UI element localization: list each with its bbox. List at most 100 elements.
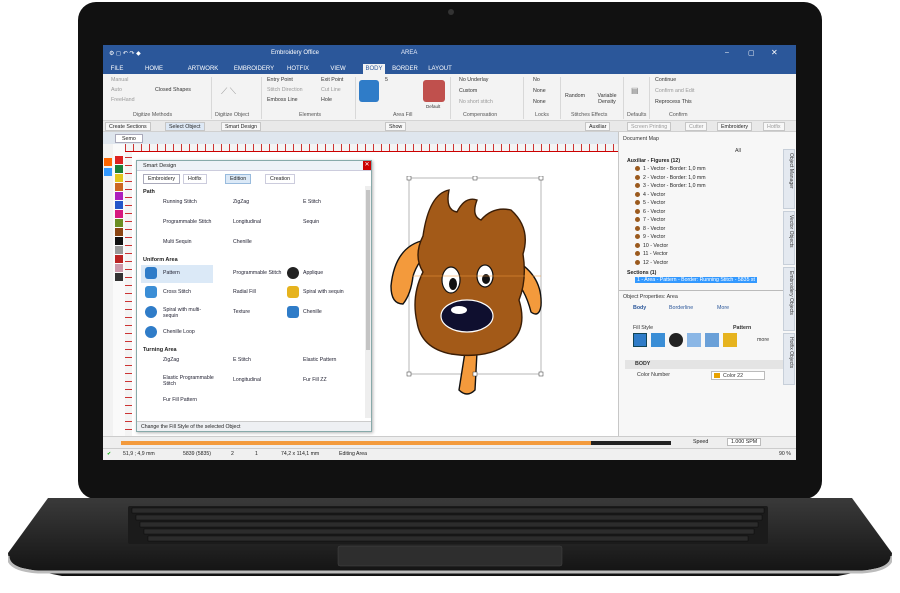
tab-home[interactable]: HOME — [141, 64, 167, 74]
chenille-loop-option[interactable]: Chenille Loop — [163, 329, 195, 335]
tab-hotfix[interactable]: Hotfix — [183, 174, 207, 184]
freehand-button[interactable]: FreeHand — [111, 97, 135, 103]
spiral-sequin-option[interactable]: Spiral with sequin — [303, 289, 344, 295]
area-fill-value[interactable]: 5 — [385, 77, 388, 83]
radial-fill-option[interactable]: Radial Fill — [233, 289, 256, 295]
color-swatch[interactable] — [115, 219, 123, 227]
confirm-edit-button[interactable]: Confirm and Edit — [655, 88, 694, 94]
smart-design-button[interactable]: Smart Design — [221, 122, 262, 131]
emboss-line-button[interactable]: Emboss Line — [267, 97, 298, 103]
list-item[interactable]: 1 - Vector - Border: 1,0 mm — [635, 166, 706, 172]
selected-area-item[interactable]: 1 - Area - Pattern - Border: Running Sti… — [635, 277, 757, 283]
underlay-select[interactable]: No Underlay — [459, 77, 488, 83]
lock-select-1[interactable]: No — [533, 77, 540, 83]
color-swatch[interactable] — [115, 210, 123, 218]
auto-button[interactable]: Auto — [111, 87, 122, 93]
sections-group[interactable]: Sections (1) — [627, 270, 656, 276]
tab-body[interactable]: BODY — [363, 64, 385, 74]
tab-embroidery[interactable]: Embroidery — [143, 174, 181, 184]
color-swatch[interactable] — [115, 156, 123, 164]
more-styles[interactable]: more — [757, 337, 769, 343]
fill-radial-icon[interactable] — [687, 333, 701, 347]
color-swatch[interactable] — [115, 165, 123, 173]
document-tab[interactable]: Semo — [115, 134, 143, 143]
fill-cross-icon[interactable] — [651, 333, 665, 347]
list-item[interactable]: 4 - Vector — [635, 192, 665, 198]
auxiliar-figures-group[interactable]: Auxiliar - Figures (12) — [627, 158, 680, 164]
maximize-icon[interactable]: ▢ — [748, 49, 755, 57]
closed-shapes-button[interactable]: Closed Shapes — [155, 87, 191, 93]
chenille-area-option[interactable]: Chenille — [303, 309, 322, 315]
e-stitch-option[interactable]: E Stitch — [303, 199, 321, 205]
list-item[interactable]: 11 - Vector — [635, 251, 668, 257]
exit-point-button[interactable]: Exit Point — [321, 77, 343, 83]
defaults-icon[interactable]: ▤ — [631, 86, 639, 95]
chenille-option[interactable]: Chenille — [233, 239, 252, 245]
hole-button[interactable]: Hole — [321, 97, 332, 103]
programmable-stitch-area-option[interactable]: Programmable Stitch — [233, 270, 281, 276]
list-item[interactable]: 10 - Vector — [635, 243, 668, 249]
color-swatch[interactable] — [115, 174, 123, 182]
object-manager-tab[interactable]: Object Manager — [783, 149, 795, 209]
sequin-option[interactable]: Sequin — [303, 219, 319, 225]
color-swatch[interactable] — [115, 183, 123, 191]
tab-borderline[interactable]: Borderline — [669, 305, 693, 311]
list-item[interactable]: 2 - Vector - Border: 1,0 mm — [635, 175, 706, 181]
cut-line-button[interactable]: Cut Line — [321, 87, 341, 93]
elastic-pattern-option[interactable]: Elastic Pattern — [303, 357, 336, 363]
short-stitch-select[interactable]: No short stitch — [459, 99, 493, 105]
entry-point-button[interactable]: Entry Point — [267, 77, 293, 83]
select-object-button[interactable]: Select Object — [165, 122, 205, 131]
fill-sequin-icon[interactable] — [723, 333, 737, 347]
applique-option[interactable]: Applique — [303, 270, 323, 276]
fill-pattern-icon[interactable] — [633, 333, 647, 347]
zigzag-option[interactable]: ZigZag — [233, 199, 249, 205]
tab-layout[interactable]: LAYOUT — [425, 64, 455, 74]
fill-texture-icon[interactable] — [705, 333, 719, 347]
embroidery-objects-tab[interactable]: Embroidery Objects — [783, 267, 795, 331]
stitch-progress-bar[interactable] — [121, 441, 591, 445]
turning-e-stitch-option[interactable]: E Stitch — [233, 357, 251, 363]
color-swatch[interactable] — [115, 192, 123, 200]
color-number-select[interactable]: Color 22 — [711, 371, 765, 380]
turning-zigzag-option[interactable]: ZigZag — [163, 357, 179, 363]
digitize-object-icon[interactable]: ⟋ ⟍ — [221, 86, 236, 97]
turning-longitudinal-option[interactable]: Longitudinal — [233, 377, 261, 383]
manual-button[interactable]: Manual — [111, 77, 128, 83]
minimize-icon[interactable]: – — [725, 49, 729, 56]
color-swatch[interactable] — [115, 264, 123, 272]
edition-button[interactable]: Edition — [225, 174, 252, 184]
list-item[interactable]: 8 - Vector — [635, 226, 665, 232]
area-fill-pattern-button[interactable] — [359, 80, 379, 102]
texture-option[interactable]: Texture — [233, 309, 250, 315]
spiral-multi-sequin-option[interactable]: Spiral with multi-sequin — [163, 307, 203, 319]
longitudinal-option[interactable]: Longitudinal — [233, 219, 261, 225]
elastic-programmable-option[interactable]: Elastic Programmable Stitch — [163, 375, 215, 387]
running-stitch-option[interactable]: Running Stitch — [163, 199, 197, 205]
cutter-button[interactable]: Cutter — [685, 122, 708, 131]
list-item[interactable]: 6 - Vector — [635, 209, 665, 215]
stitch-direction-button[interactable]: Stitch Direction — [267, 87, 303, 93]
color-swatch[interactable] — [104, 168, 112, 176]
tab-artwork[interactable]: ARTWORK — [183, 64, 223, 74]
hotfix-objects-tab[interactable]: Hotfix Objects — [783, 333, 795, 385]
cross-stitch-option[interactable]: Cross Stitch — [163, 289, 191, 295]
random-button[interactable]: Random — [565, 93, 585, 99]
auxiliar-button[interactable]: Auxiliar — [585, 122, 611, 131]
all-filter[interactable]: All — [735, 148, 741, 154]
vector-objects-tab[interactable]: Vector Objects — [783, 211, 795, 265]
speed-select[interactable]: 1.000 SPM — [727, 438, 762, 446]
tab-view[interactable]: VIEW — [327, 64, 349, 74]
list-item[interactable]: 12 - Vector — [635, 260, 668, 266]
variable-density-button[interactable]: Variable Density — [595, 93, 619, 105]
default-color-button[interactable] — [423, 80, 445, 102]
fur-fill-zz-option[interactable]: Fur Fill ZZ — [303, 377, 327, 383]
color-swatch[interactable] — [115, 273, 123, 281]
tab-body-props[interactable]: Body — [633, 305, 646, 311]
color-swatch[interactable] — [115, 228, 123, 236]
close-icon[interactable]: ✕ — [771, 48, 778, 57]
tab-hotfix[interactable]: HOTFIX — [283, 64, 313, 74]
tab-more[interactable]: More — [717, 305, 729, 311]
color-swatch[interactable] — [115, 237, 123, 245]
fill-applique-icon[interactable] — [669, 333, 683, 347]
